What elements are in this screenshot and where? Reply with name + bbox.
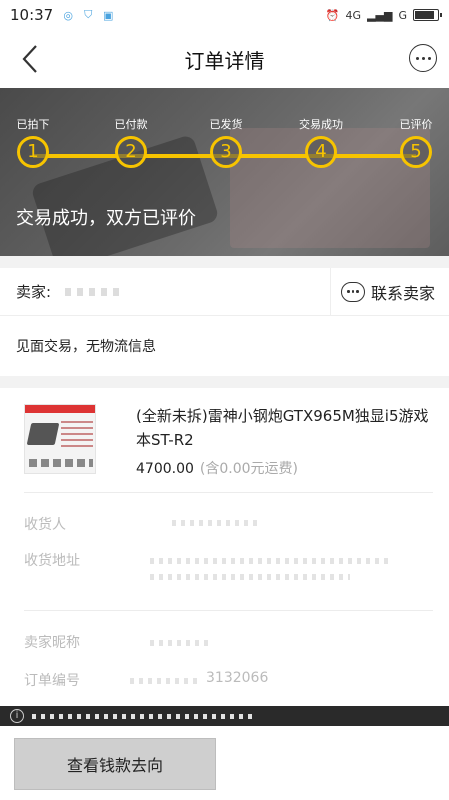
notice-bar: i <box>0 706 449 726</box>
page-title: 订单详情 <box>184 48 265 73</box>
order-status-text: 交易成功，双方已评价 <box>16 208 196 229</box>
status-time: 10:37 <box>10 6 54 24</box>
back-icon[interactable] <box>16 42 46 76</box>
view-funds-button[interactable]: 查看钱款去向 <box>14 738 216 790</box>
divider <box>24 492 433 493</box>
more-options-icon[interactable] <box>409 44 437 72</box>
shipping-note: (含0.00元运费) <box>199 461 299 477</box>
seller-label: 卖家: <box>16 283 52 301</box>
title-bar: 订单详情 <box>0 30 449 88</box>
step-5: 已评价 5 <box>381 114 449 168</box>
step-2: 已付款 2 <box>96 114 166 168</box>
shield-icon: ⛉ <box>84 8 93 21</box>
receiver-label: 收货人 <box>24 517 66 533</box>
order-number-label: 订单编号 <box>24 673 80 689</box>
seller-name-masked <box>65 287 126 296</box>
address-masked <box>150 558 390 564</box>
signal-icon: 4G <box>345 8 362 22</box>
seller-nick-label: 卖家昵称 <box>24 635 80 651</box>
info-icon: i <box>10 709 24 723</box>
chat-icon <box>340 281 365 302</box>
step-3: 已发货 3 <box>191 114 261 168</box>
seller-nick-masked <box>150 640 210 646</box>
delivery-note: 见面交易，无物流信息 <box>16 339 156 355</box>
battery-icon <box>413 9 442 21</box>
product-thumbnail <box>24 404 96 474</box>
ninja-icon: ◎ <box>63 8 74 22</box>
order-progress-banner: 已拍下 1 已付款 2 已发货 3 交易成功 4 已评价 5 交易成功，双方已评… <box>0 88 449 256</box>
contact-seller-button[interactable]: 联系卖家 <box>329 267 449 316</box>
bottom-bar: 查看钱款去向 <box>0 726 449 800</box>
app-icon: ▣ <box>103 8 114 22</box>
carrier-text: G <box>398 8 407 22</box>
receiver-masked <box>172 520 262 526</box>
progress-steps: 已拍下 1 已付款 2 已发货 3 交易成功 4 已评价 5 <box>0 114 449 184</box>
order-details: (全新未拆)雷神小钢炮GTX965M独显i5游戏本ST-R2 4700.00 (含… <box>0 388 449 706</box>
step-1: 已拍下 1 <box>0 114 68 168</box>
step-4: 交易成功 4 <box>286 114 356 168</box>
product-price: 4700.00 <box>136 461 194 477</box>
alarm-icon: ⏰ <box>325 8 340 22</box>
address-label: 收货地址 <box>24 553 80 569</box>
status-bar: 10:37 ◎ ⛉ ▣ ⏰ 4G ▂▄▆ G <box>0 0 449 30</box>
product-price-line: 4700.00 (含0.00元运费) <box>136 458 298 478</box>
product-item[interactable]: (全新未拆)雷神小钢炮GTX965M独显i5游戏本ST-R2 4700.00 (含… <box>24 402 434 494</box>
product-title: (全新未拆)雷神小钢炮GTX965M独显i5游戏本ST-R2 <box>136 407 429 449</box>
order-number-value: 3132066 <box>206 670 269 686</box>
signal-bars-icon: ▂▄▆ <box>367 8 393 22</box>
seller-section: 卖家: 联系卖家 见面交易，无物流信息 <box>0 267 449 376</box>
contact-seller-label: 联系卖家 <box>370 283 435 303</box>
